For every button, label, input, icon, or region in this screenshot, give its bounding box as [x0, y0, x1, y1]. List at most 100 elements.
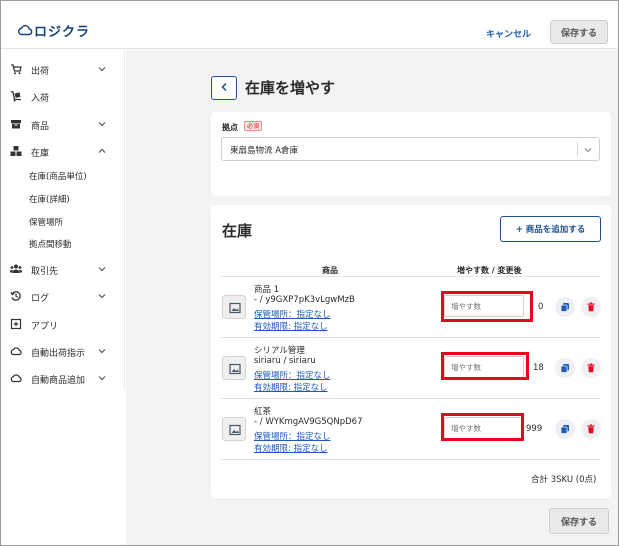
product-name: 商品 1: [254, 285, 280, 295]
column-header-product: 商品: [322, 266, 338, 275]
history-icon: [10, 291, 21, 301]
app-header: ロジクラ: [1, 1, 618, 49]
cloud-icon: [10, 347, 22, 356]
sidebar-item-label: アプリ: [31, 322, 59, 332]
trash-icon: [587, 424, 595, 434]
sidebar-item-auto-shipping[interactable]: 自動出荷指示: [1, 341, 125, 361]
chevron-down-icon: [98, 122, 106, 127]
product-thumbnail: [222, 417, 246, 441]
product-thumbnail: [222, 295, 246, 319]
location-label: 拠点: [222, 123, 238, 132]
image-icon: [229, 363, 241, 375]
add-product-button[interactable]: + 商品を追加する: [500, 216, 601, 242]
stock-after-value: 18: [533, 363, 544, 373]
sidebar-item-products[interactable]: 商品: [1, 114, 125, 134]
save-button-bottom[interactable]: 保存する: [549, 508, 609, 534]
logo-text: ロジクラ: [34, 24, 91, 40]
sidebar-item-label: 出荷: [31, 67, 50, 77]
delete-button[interactable]: [581, 419, 601, 439]
trash-icon: [587, 363, 595, 373]
image-icon: [229, 302, 241, 314]
copy-button[interactable]: [555, 419, 575, 439]
sidebar-item-partners[interactable]: 取引先: [1, 259, 125, 279]
highlight-box: [441, 352, 529, 380]
storage-location-link[interactable]: 保管場所：指定なし: [254, 369, 331, 381]
image-icon: [229, 424, 241, 436]
save-button-top[interactable]: 保存する: [550, 20, 608, 44]
sidebar-item-label: 入荷: [31, 94, 50, 104]
sidebar-item-label: 取引先: [31, 267, 59, 277]
copy-button[interactable]: [555, 297, 575, 317]
stock-section-title: 在庫: [222, 222, 253, 240]
sidebar-subitem-storage-locations[interactable]: 保管場所: [29, 216, 63, 228]
sidebar-item-label: ログ: [31, 294, 50, 304]
sidebar-subitem-stock-detail[interactable]: 在庫(詳細): [29, 193, 70, 205]
product-name: シリアル管理: [254, 346, 305, 356]
back-button[interactable]: [211, 76, 237, 100]
location-select[interactable]: 東扇島物流 A倉庫: [221, 137, 600, 161]
stock-after-value: 0: [538, 302, 544, 312]
highlight-box: [441, 413, 524, 441]
users-icon: [10, 264, 22, 273]
chevron-down-icon: [98, 267, 106, 272]
sidebar-item-label: 在庫: [31, 149, 50, 159]
box-icon: [11, 120, 21, 129]
stock-after-value: 999: [526, 424, 543, 434]
sidebar-subitem-stock-by-product[interactable]: 在庫(商品単位): [29, 170, 87, 182]
sidebar-item-receiving[interactable]: 入荷: [1, 86, 125, 106]
boxes-icon: [10, 146, 22, 156]
sidebar: 出荷 入荷 商品 在庫 在庫(商品単位) 在庫(詳細) 保管場所 拠点間移動 取…: [1, 50, 125, 390]
cloud-logo-icon: [18, 24, 33, 36]
chevron-down-icon[interactable]: [583, 145, 593, 155]
product-thumbnail: [222, 356, 246, 380]
copy-icon: [560, 303, 569, 312]
cancel-link[interactable]: キャンセル: [486, 27, 531, 40]
sidebar-item-label: 商品: [31, 122, 50, 132]
product-name: 紅茶: [254, 407, 272, 417]
sidebar-item-inventory[interactable]: 在庫: [1, 141, 125, 161]
sidebar-subitem-transfers[interactable]: 拠点間移動: [29, 238, 72, 250]
expiry-link[interactable]: 有効期限: 指定なし: [254, 320, 328, 332]
divider: [221, 337, 600, 338]
trash-icon: [587, 302, 595, 312]
divider: [221, 459, 600, 460]
highlight-box: [441, 291, 533, 322]
chevron-down-icon: [98, 349, 106, 354]
expiry-link[interactable]: 有効期限: 指定なし: [254, 381, 328, 393]
product-sku: - / y9GXP7pK3vLgwMzB: [254, 295, 355, 305]
product-sku: - / WYKmgAV9G5QNpD67: [254, 417, 363, 427]
sidebar-item-label: 自動商品追加: [31, 376, 86, 386]
location-select-value: 東扇島物流 A倉庫: [230, 146, 299, 156]
column-header-increase: 増やす数 / 変更後: [457, 266, 522, 275]
storage-location-link[interactable]: 保管場所：指定なし: [254, 430, 331, 442]
expiry-link[interactable]: 有効期限: 指定なし: [254, 442, 328, 454]
chevron-left-icon: [221, 82, 227, 92]
copy-icon: [560, 425, 569, 434]
storage-location-link[interactable]: 保管場所：指定なし: [254, 308, 331, 320]
sidebar-item-auto-product[interactable]: 自動商品追加: [1, 368, 125, 388]
sidebar-item-label: 自動出荷指示: [31, 349, 86, 359]
product-sku: siriaru / siriaru: [254, 356, 316, 366]
copy-button[interactable]: [555, 358, 575, 378]
select-separator: [577, 142, 578, 156]
delete-button[interactable]: [581, 358, 601, 378]
required-badge: 必須: [244, 121, 263, 131]
sidebar-item-apps[interactable]: アプリ: [1, 314, 125, 334]
dolly-icon: [10, 90, 21, 102]
chevron-down-icon: [98, 294, 106, 299]
delete-button[interactable]: [581, 297, 601, 317]
logo[interactable]: ロジクラ: [17, 21, 91, 40]
chevron-up-icon: [98, 148, 106, 153]
chevron-down-icon: [98, 376, 106, 381]
total-summary: 合計 3SKU (0点): [531, 475, 597, 485]
sidebar-item-shipping[interactable]: 出荷: [1, 59, 125, 79]
chevron-down-icon: [98, 67, 106, 72]
page-title: 在庫を増やす: [245, 79, 336, 97]
copy-icon: [560, 364, 569, 373]
sidebar-item-logs[interactable]: ログ: [1, 286, 125, 306]
divider: [221, 398, 600, 399]
divider: [221, 276, 600, 277]
plus-square-icon: [10, 318, 22, 330]
cart-icon: [11, 64, 22, 75]
cloud-icon: [10, 374, 22, 383]
